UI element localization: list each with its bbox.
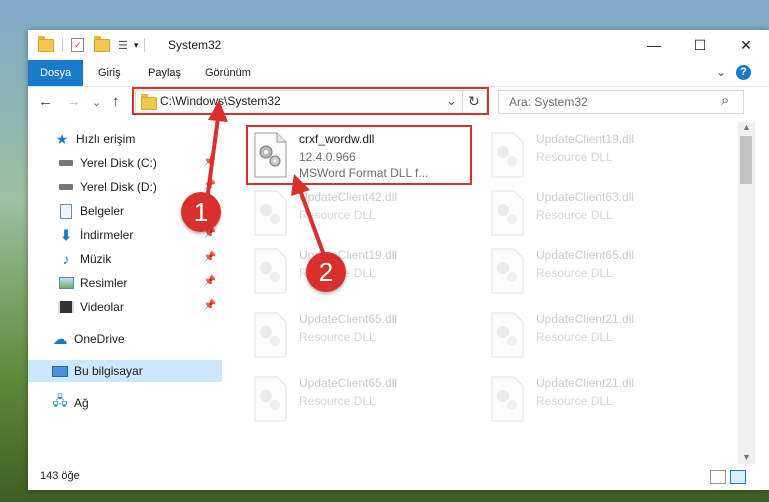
annotation-arrows — [204, 100, 330, 267]
explorer-window: ✓ ☰ ▾ System32 — ☐ ✕ Dosya Giriş Paylaş … — [28, 30, 769, 490]
annotation-badge-1: 1 — [181, 192, 221, 232]
annotation-badge-2: 2 — [306, 252, 346, 292]
